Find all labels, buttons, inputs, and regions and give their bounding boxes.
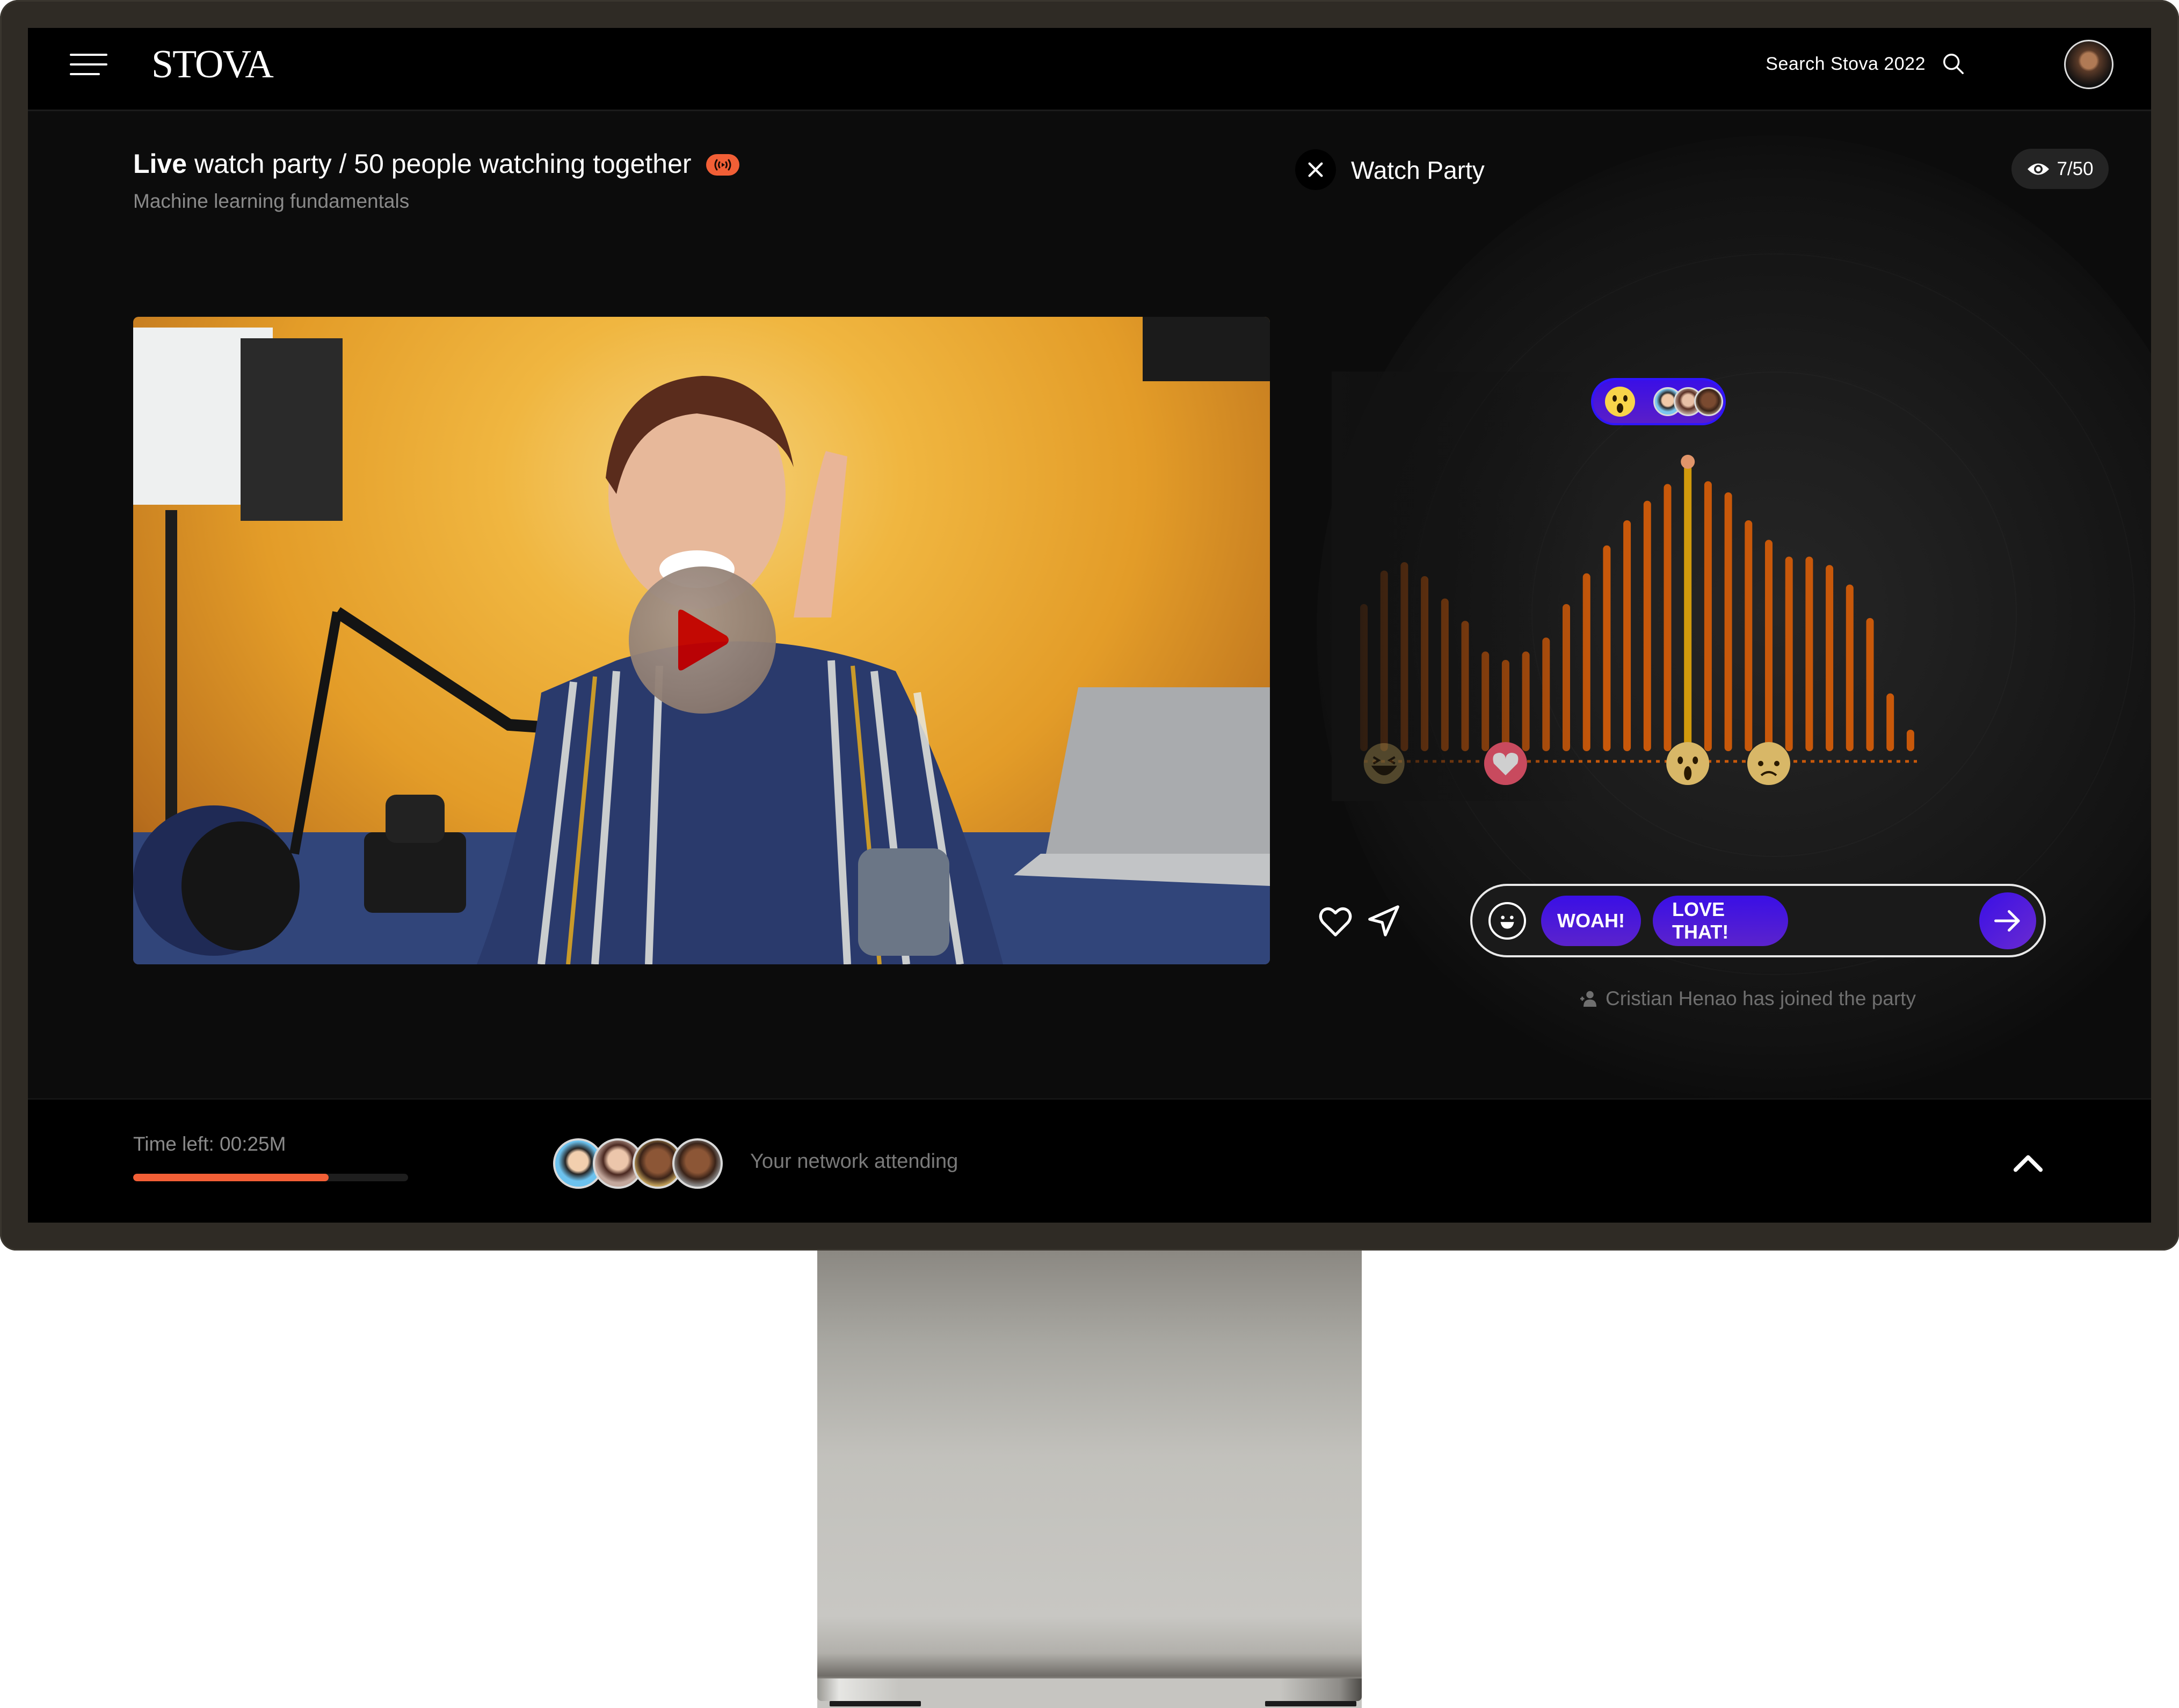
- eye-icon: [2028, 163, 2050, 175]
- bottom-status-bar: Time left: 00:25M Your network attending: [28, 1098, 2151, 1223]
- quick-reply-love-that[interactable]: LOVE THAT!: [1653, 896, 1788, 946]
- sad-emoji-icon[interactable]: [1747, 742, 1790, 785]
- play-button[interactable]: [629, 566, 776, 714]
- heart-icon[interactable]: [1317, 902, 1354, 940]
- monitor-stand-foot: [817, 1678, 1362, 1701]
- video-player[interactable]: [133, 317, 1270, 964]
- laughing-emoji-icon[interactable]: [1363, 743, 1405, 784]
- arrow-right-icon: [1994, 910, 2020, 932]
- app-screen: STOVA Search Stova 2022 Live watch party…: [28, 28, 2151, 1223]
- play-icon: [678, 609, 729, 671]
- user-joined-icon: [1580, 991, 1596, 1007]
- search-label[interactable]: Search Stova 2022: [1766, 54, 1926, 75]
- close-watch-party-button[interactable]: [1295, 149, 1336, 190]
- live-label: Live: [133, 149, 187, 179]
- chevron-up-icon[interactable]: [2009, 1145, 2047, 1182]
- stand-foot-pad: [1265, 1701, 1356, 1706]
- wow-emoji-icon: [1605, 387, 1635, 417]
- reaction-composer[interactable]: WOAH! LOVE THAT!: [1470, 884, 2046, 957]
- session-title-text: watch party / 50 people watching togethe…: [187, 149, 692, 179]
- attendee-avatar[interactable]: [672, 1138, 723, 1189]
- playhead-handle[interactable]: [1681, 455, 1695, 469]
- live-badge: [706, 154, 739, 176]
- session-subtitle: Machine learning fundamentals: [133, 190, 410, 212]
- quick-reply-woah[interactable]: WOAH!: [1541, 896, 1641, 946]
- network-attending-label: Your network attending: [750, 1150, 958, 1173]
- wow-emoji-icon[interactable]: [1666, 742, 1710, 785]
- live-broadcast-icon: [714, 159, 731, 171]
- session-title: Live watch party / 50 people watching to…: [133, 148, 692, 179]
- watch-party-title: Watch Party: [1351, 156, 1485, 184]
- hamburger-menu-icon[interactable]: [70, 54, 107, 77]
- time-progress-fill: [133, 1174, 329, 1181]
- app-logo[interactable]: STOVA: [151, 42, 274, 88]
- close-icon: [1308, 162, 1323, 177]
- smiley-icon: [1500, 915, 1514, 929]
- activity-notification: Cristian Henao has joined the party: [1579, 987, 1916, 1010]
- heart-reaction-icon[interactable]: [1484, 742, 1527, 785]
- audio-levels-icon[interactable]: [1413, 902, 1451, 940]
- reaction-popup[interactable]: [1591, 378, 1726, 425]
- reaction-timeline[interactable]: [1332, 372, 1922, 801]
- search-icon[interactable]: [1941, 52, 1966, 76]
- send-button[interactable]: [1979, 892, 2036, 949]
- send-arrow-icon[interactable]: [1365, 902, 1403, 940]
- emoji-picker-button[interactable]: [1488, 902, 1526, 940]
- viewer-count: 7/50: [2057, 158, 2094, 179]
- time-left-label: Time left: 00:25M: [133, 1133, 286, 1155]
- user-avatar[interactable]: [2064, 40, 2113, 89]
- time-progress-bar: [133, 1174, 408, 1181]
- viewer-count-badge: 7/50: [2011, 149, 2109, 189]
- stand-foot-pad: [830, 1701, 921, 1706]
- top-navigation-bar: STOVA Search Stova 2022: [28, 28, 2151, 111]
- monitor-stand: [817, 1251, 1362, 1708]
- reactor-avatar: [1694, 387, 1723, 416]
- activity-text: Cristian Henao has joined the party: [1606, 987, 1916, 1009]
